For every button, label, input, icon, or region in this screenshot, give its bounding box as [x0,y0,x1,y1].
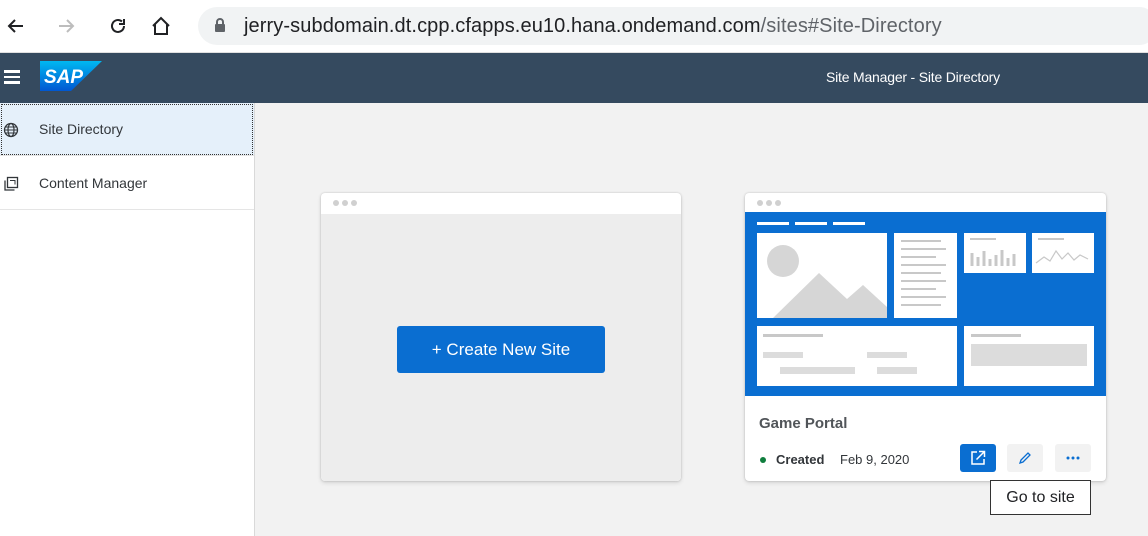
go-to-site-icon [971,450,986,465]
edit-button[interactable] [1007,444,1043,472]
shell-header: SAP Site Manager - Site Directory [0,53,1148,103]
forward-button[interactable] [52,12,80,40]
site-card[interactable]: Game Portal Created Feb 9, 2020 [745,193,1106,481]
lock-icon [215,18,225,32]
address-bar[interactable]: jerry-subdomain.dt.cpp.cfapps.eu10.hana.… [198,7,1148,45]
url-host: jerry-subdomain.dt.cpp.cfapps.eu10.hana.… [244,15,761,37]
image-placeholder-icon [767,245,887,318]
browser-toolbar: jerry-subdomain.dt.cpp.cfapps.eu10.hana.… [0,0,1148,53]
status-indicator-icon [760,457,766,463]
forward-arrow-icon [59,19,75,33]
url-text: jerry-subdomain.dt.cpp.cfapps.eu10.hana.… [244,15,942,38]
line-chart-icon [1035,238,1089,264]
sidebar-item-label: Site Directory [39,121,124,137]
globe-icon [3,122,19,138]
window-dots [757,200,781,206]
edit-icon [1018,452,1031,465]
created-date: Feb 9, 2020 [840,452,910,467]
svg-text:SAP: SAP [44,67,83,88]
back-button[interactable] [2,12,30,40]
create-new-site-button[interactable]: + Create New Site [397,326,605,373]
reload-icon [111,18,125,33]
home-button[interactable] [147,12,175,40]
home-icon [152,16,170,35]
sidebar-item-label: Content Manager [39,175,148,191]
sap-logo[interactable]: SAP [40,61,102,91]
window-dots [333,200,357,206]
back-arrow-icon [7,19,23,33]
site-name[interactable]: Game Portal [759,415,847,432]
menu-icon[interactable] [4,70,20,84]
url-path: /sites#Site-Directory [760,15,942,37]
sidebar: Site Directory Content Manager [0,103,255,536]
site-preview-thumbnail[interactable] [745,212,1106,396]
more-icon [1066,456,1080,460]
tooltip: Go to site [990,480,1091,515]
more-button[interactable] [1055,444,1091,472]
copy-icon [4,176,19,191]
sidebar-item-content-manager[interactable]: Content Manager [0,157,254,210]
page-title: Site Manager - Site Directory [826,69,1000,85]
status-text: Created [776,452,825,467]
sidebar-item-site-directory[interactable]: Site Directory [0,103,254,156]
go-to-site-button[interactable] [960,444,996,472]
reload-button[interactable] [104,12,132,40]
bar-chart-icon [970,238,1016,266]
